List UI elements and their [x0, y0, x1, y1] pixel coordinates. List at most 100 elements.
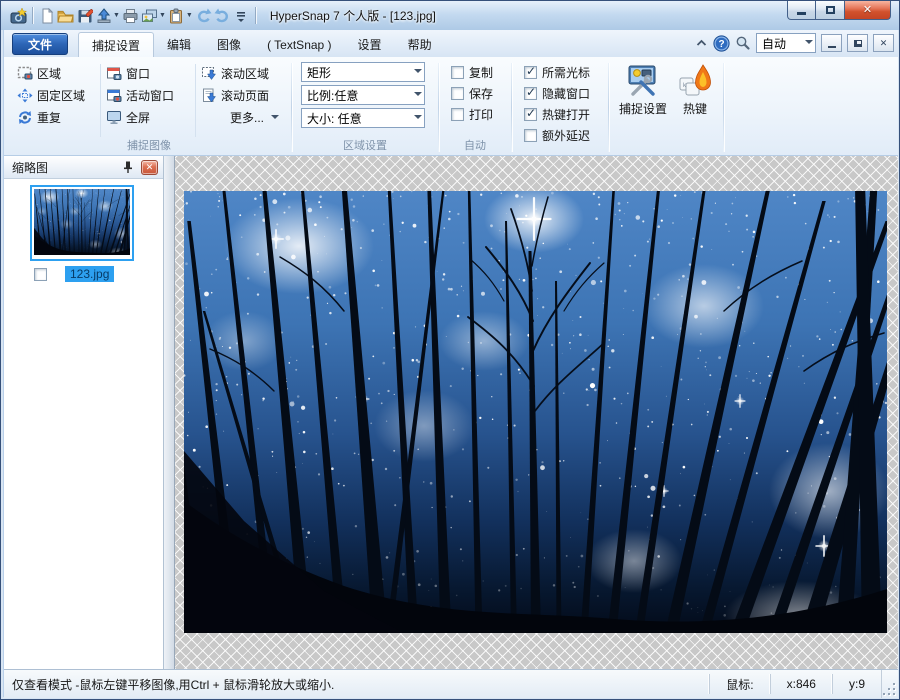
auto-copy-checkbox[interactable]: 复制 [446, 62, 504, 83]
tab-help[interactable]: 帮助 [395, 32, 445, 57]
more-capture-button[interactable]: 更多... [198, 106, 284, 128]
fixed-region-capture-button[interactable]: 固定区域 [14, 84, 98, 106]
tab-image[interactable]: 图像 [204, 32, 254, 57]
title-bar: ▼ ▼ ▼ HyperSnap 7 个人版 - [123.jpg] [1, 1, 899, 30]
body-area: 缩略图 ✕ 123.jpg [4, 156, 898, 669]
monitor-icon [106, 110, 122, 125]
tab-settings[interactable]: 设置 [345, 32, 395, 57]
copy-dropdown-arrow-icon[interactable]: ▼ [159, 12, 166, 19]
undo-icon[interactable] [194, 6, 213, 25]
thumbnail-filename[interactable]: 123.jpg [65, 266, 114, 282]
panel-splitter[interactable] [164, 156, 175, 669]
status-message: 仅查看模式 -鼠标左键平移图像,用Ctrl + 鼠标滑轮放大或缩小. [12, 676, 334, 693]
pin-icon[interactable] [122, 160, 134, 174]
document-minimize-button[interactable] [821, 34, 842, 52]
maximize-button[interactable] [816, 1, 845, 20]
scroll-region-icon [201, 66, 217, 81]
scroll-page-icon [201, 88, 217, 103]
panel-close-button[interactable]: ✕ [141, 160, 158, 175]
hotkeys-button[interactable]: k 热键 [674, 62, 716, 117]
customize-toolbar-icon[interactable] [232, 6, 251, 25]
chevron-down-icon [414, 92, 422, 100]
checkbox-icon [451, 87, 464, 100]
options-group: 所需光标 隐藏窗口 热键打开 额外延迟 [515, 60, 605, 155]
hotkey-open-checkbox[interactable]: 热键打开 [519, 104, 601, 125]
mouse-label: 鼠标: [709, 674, 769, 694]
minimize-icon [797, 12, 806, 15]
status-bar: 仅查看模式 -鼠标左键平移图像,用Ctrl + 鼠标滑轮放大或缩小. 鼠标: x… [4, 669, 898, 698]
group-column-separator [195, 64, 196, 137]
active-window-capture-button[interactable]: 活动窗口 [103, 84, 193, 106]
shape-dropdown[interactable]: 矩形 [301, 62, 425, 82]
chevron-down-icon [414, 115, 422, 123]
save-icon[interactable] [75, 6, 94, 25]
checkbox-icon [524, 66, 537, 79]
checkbox-icon [524, 108, 537, 121]
chevron-down-icon [414, 69, 422, 77]
resize-grip[interactable] [881, 670, 898, 698]
region-settings-group: 矩形 比例:任意 大小: 任意 区域设置 [295, 60, 435, 155]
toolbar-separator [255, 7, 256, 24]
hide-window-checkbox[interactable]: 隐藏窗口 [519, 83, 601, 104]
search-icon[interactable] [735, 35, 751, 51]
tab-textsnap[interactable]: ( TextSnap ) [254, 32, 344, 57]
copy-icon[interactable] [140, 6, 159, 25]
app-icon[interactable] [9, 6, 28, 25]
scroll-region-capture-button[interactable]: 滚动区域 [198, 62, 284, 84]
collapse-ribbon-icon[interactable] [695, 38, 708, 48]
open-folder-icon[interactable] [56, 6, 75, 25]
fullscreen-capture-button[interactable]: 全屏 [103, 106, 193, 128]
extra-delay-checkbox[interactable]: 额外延迟 [519, 125, 601, 146]
paste-icon[interactable] [167, 6, 186, 25]
tab-capture-settings[interactable]: 捕捉设置 [78, 32, 154, 57]
menu-tab-row: 文件 捕捉设置 编辑 图像 ( TextSnap ) 设置 帮助 ? 自动 ✕ [4, 30, 898, 57]
thumbnail-item[interactable] [30, 185, 134, 261]
document-restore-button[interactable] [847, 34, 868, 52]
size-dropdown[interactable]: 大小: 任意 [301, 108, 425, 128]
checkbox-icon [451, 108, 464, 121]
checkbox-icon [451, 66, 464, 79]
export-dropdown-arrow-icon[interactable]: ▼ [113, 12, 120, 19]
zoom-combobox[interactable]: 自动 [756, 33, 816, 53]
repeat-capture-button[interactable]: 重复 [14, 106, 98, 128]
mouse-x: x:846 [770, 674, 832, 694]
group-separator [608, 63, 609, 152]
mouse-y: y:9 [832, 674, 881, 694]
minimize-button[interactable] [787, 1, 816, 20]
redo-icon[interactable] [213, 6, 232, 25]
print-icon[interactable] [121, 6, 140, 25]
close-button[interactable]: ✕ [845, 1, 891, 20]
capture-settings-icon [626, 63, 660, 97]
minimize-icon [828, 46, 836, 48]
help-icon[interactable]: ? [713, 35, 730, 52]
document-close-button[interactable]: ✕ [873, 34, 894, 52]
capture-settings-button[interactable]: 捕捉设置 [616, 62, 670, 117]
window-capture-button[interactable]: 窗口 [103, 62, 193, 84]
thumbnail-checkbox[interactable] [34, 268, 47, 281]
new-file-icon[interactable] [37, 6, 56, 25]
ratio-dropdown[interactable]: 比例:任意 [301, 85, 425, 105]
maximize-icon [826, 6, 835, 14]
include-cursor-checkbox[interactable]: 所需光标 [519, 62, 601, 83]
window-icon [106, 66, 122, 81]
thumbnail-panel-title: 缩略图 [12, 159, 48, 176]
scroll-page-capture-button[interactable]: 滚动页面 [198, 84, 284, 106]
svg-text:?: ? [718, 39, 724, 50]
region-capture-button[interactable]: 区域 [14, 62, 98, 84]
paste-dropdown-arrow-icon[interactable]: ▼ [186, 12, 193, 19]
move-cross-icon [17, 88, 33, 103]
tab-file[interactable]: 文件 [12, 33, 68, 55]
auto-print-checkbox[interactable]: 打印 [446, 104, 504, 125]
tab-edit[interactable]: 编辑 [154, 32, 204, 57]
auto-save-checkbox[interactable]: 保存 [446, 83, 504, 104]
thumbnail-panel-header: 缩略图 ✕ [4, 156, 163, 179]
hotkey-flame-icon: k [678, 63, 712, 97]
group-separator [511, 63, 512, 152]
photo-image[interactable] [184, 191, 887, 633]
image-canvas[interactable] [175, 156, 898, 669]
restore-icon [854, 40, 862, 47]
close-icon: ✕ [880, 39, 888, 48]
active-window-icon [106, 88, 122, 103]
export-icon[interactable] [94, 6, 113, 25]
capture-image-group: 区域 固定区域 重复 窗口 [10, 60, 288, 155]
